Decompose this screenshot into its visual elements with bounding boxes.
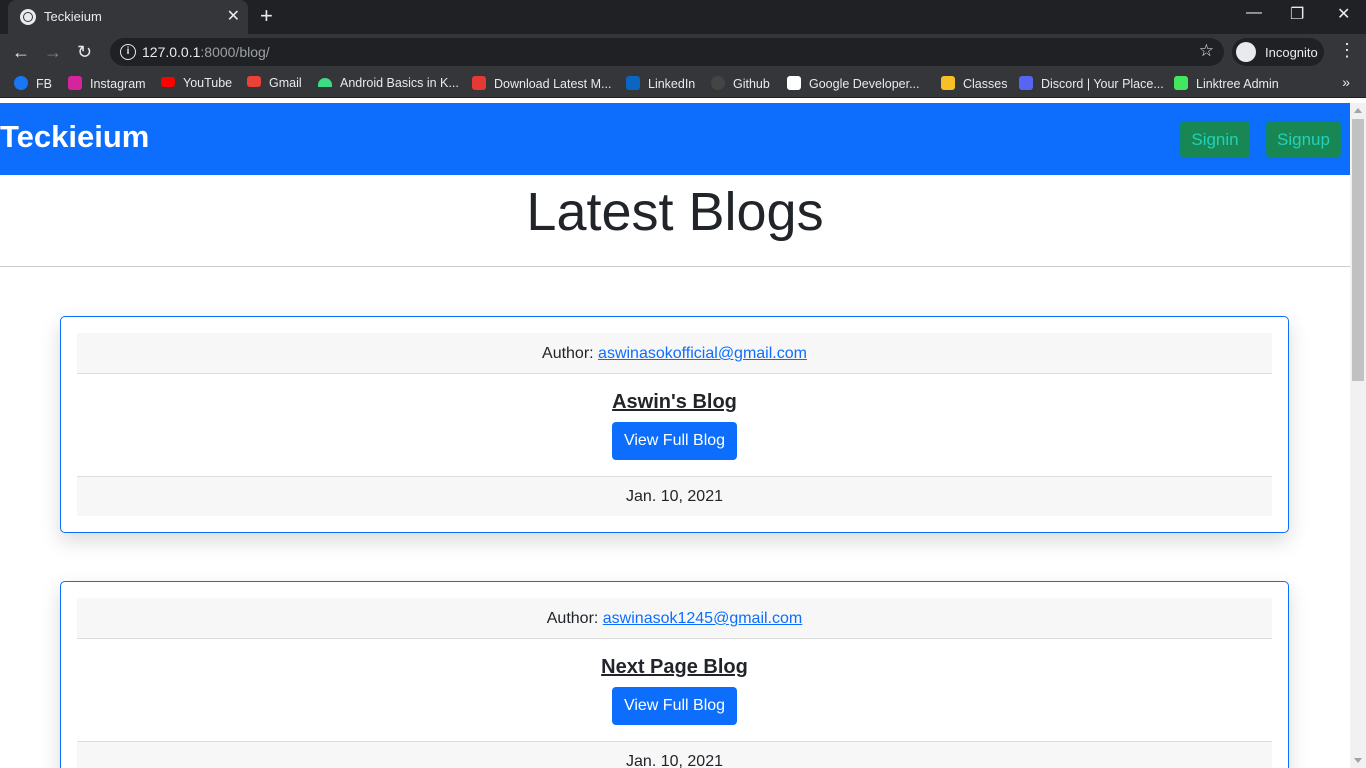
browser-tab[interactable]: Teckieium ✕ (8, 0, 248, 34)
classroom-icon (941, 76, 955, 90)
blog-card: Author: aswinasok1245@gmail.com Next Pag… (60, 581, 1289, 768)
bookmark-youtube[interactable]: YouTube (161, 76, 232, 90)
bookmark-fb[interactable]: FB (14, 76, 52, 91)
download-site-icon (472, 76, 486, 90)
blog-title-link[interactable]: Aswin's Blog (77, 391, 1272, 414)
facebook-icon (14, 76, 28, 90)
browser-toolbar: ← → ↻ i 127.0.0.1:8000/blog/ ☆ Incognito… (0, 34, 1366, 70)
bookmark-star-icon[interactable]: ☆ (1199, 41, 1214, 61)
new-tab-button[interactable]: + (260, 4, 273, 28)
scroll-up-arrow-icon[interactable] (1354, 108, 1362, 113)
youtube-icon (161, 77, 175, 87)
browser-menu-icon[interactable]: ⋮ (1338, 40, 1356, 61)
page-viewport: Teckieium Signin Signup Latest Blogs Aut… (0, 103, 1350, 768)
scroll-down-arrow-icon[interactable] (1354, 758, 1362, 763)
restore-icon[interactable]: ❐ (1290, 4, 1304, 24)
linkedin-icon (626, 76, 640, 90)
globe-icon (20, 9, 36, 25)
bookmark-gmail[interactable]: Gmail (247, 76, 302, 90)
bookmark-instagram[interactable]: Instagram (68, 76, 146, 91)
page-scrollbar[interactable] (1350, 103, 1366, 768)
bookmark-linkedin[interactable]: LinkedIn (626, 76, 695, 91)
scrollbar-thumb[interactable] (1352, 119, 1364, 381)
bookmark-download-latest[interactable]: Download Latest M... (472, 76, 611, 91)
back-icon[interactable]: ← (12, 40, 30, 64)
linktree-icon (1174, 76, 1188, 90)
google-developers-icon (787, 76, 801, 90)
address-bar[interactable]: i 127.0.0.1:8000/blog/ ☆ (110, 38, 1224, 66)
tab-strip: Teckieium ✕ + — ❐ ✕ (0, 0, 1366, 34)
page-title: Latest Blogs (526, 182, 824, 242)
bookmark-android-basics[interactable]: Android Basics in K... (318, 76, 459, 90)
site-brand[interactable]: Teckieium (0, 119, 149, 155)
reload-icon[interactable]: ↻ (77, 40, 92, 64)
github-icon (711, 76, 725, 90)
window-close-icon[interactable]: ✕ (1337, 4, 1350, 24)
divider (0, 266, 1350, 267)
author-prefix: Author: (546, 610, 603, 627)
card-header: Author: aswinasokofficial@gmail.com (77, 333, 1272, 374)
site-navbar: Teckieium Signin Signup (0, 103, 1350, 175)
incognito-label: Incognito (1265, 45, 1318, 60)
incognito-indicator[interactable]: Incognito (1232, 38, 1324, 66)
more-bookmarks-icon[interactable]: » (1342, 74, 1350, 90)
blog-title-link[interactable]: Next Page Blog (77, 656, 1272, 679)
bookmark-github[interactable]: Github (711, 76, 770, 91)
bookmarks-bar: FB Instagram YouTube Gmail Android Basic… (0, 70, 1366, 98)
site-info-icon[interactable]: i (120, 44, 136, 60)
tab-title: Teckieium (44, 9, 102, 24)
gmail-icon (247, 76, 261, 87)
minimize-icon[interactable]: — (1246, 4, 1262, 22)
view-full-blog-button[interactable]: View Full Blog (612, 687, 737, 725)
author-prefix: Author: (542, 345, 599, 362)
card-header: Author: aswinasok1245@gmail.com (77, 598, 1272, 639)
bookmark-google-developer[interactable]: Google Developer... (787, 76, 920, 91)
signup-button[interactable]: Signup (1266, 121, 1341, 158)
signin-button[interactable]: Signin (1180, 121, 1250, 158)
bookmark-linktree[interactable]: Linktree Admin (1174, 76, 1279, 91)
discord-icon (1019, 76, 1033, 90)
view-full-blog-button[interactable]: View Full Blog (612, 422, 737, 460)
forward-icon[interactable]: → (44, 40, 62, 64)
card-date: Jan. 10, 2021 (77, 476, 1272, 516)
blog-card: Author: aswinasokofficial@gmail.com Aswi… (60, 316, 1289, 533)
incognito-icon (1236, 42, 1256, 62)
android-icon (318, 78, 332, 87)
url-text: 127.0.0.1:8000/blog/ (142, 44, 270, 60)
author-email-link[interactable]: aswinasok1245@gmail.com (603, 610, 802, 627)
card-date: Jan. 10, 2021 (77, 741, 1272, 768)
author-email-link[interactable]: aswinasokofficial@gmail.com (598, 345, 807, 362)
close-tab-icon[interactable]: ✕ (227, 6, 240, 26)
instagram-icon (68, 76, 82, 90)
bookmark-discord[interactable]: Discord | Your Place... (1019, 76, 1164, 91)
bookmark-classes[interactable]: Classes (941, 76, 1007, 91)
